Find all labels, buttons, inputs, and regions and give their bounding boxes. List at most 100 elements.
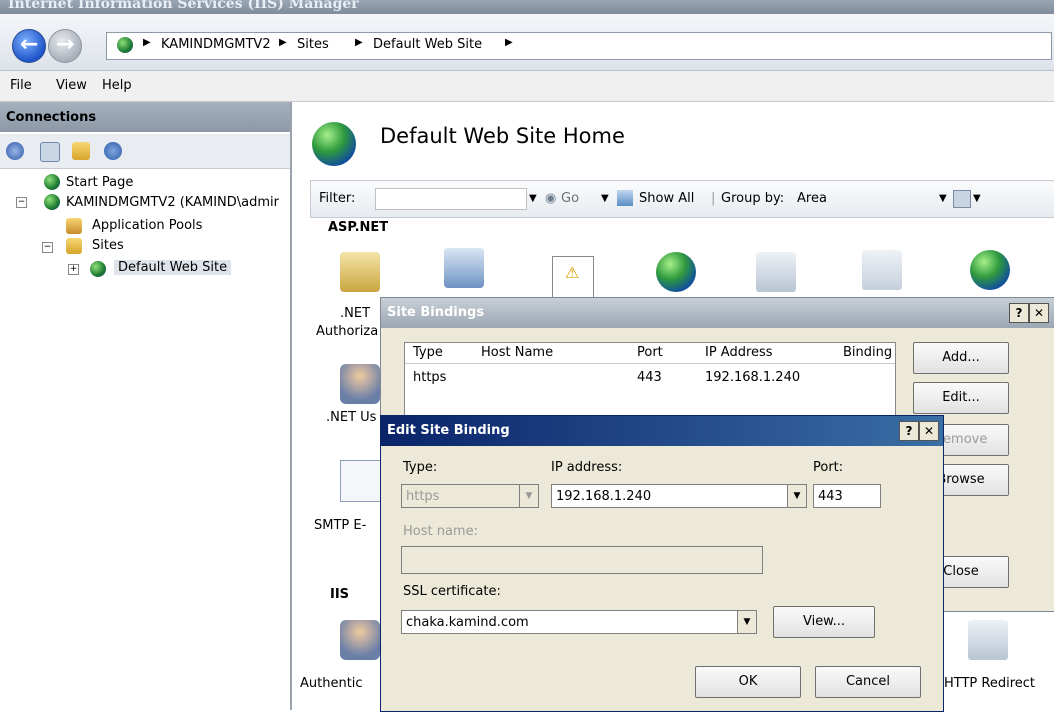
authentication-icon[interactable]	[340, 620, 380, 660]
disconnect-icon[interactable]	[104, 142, 122, 160]
column-header-ip-address[interactable]: IP Address	[705, 345, 773, 360]
help-button[interactable]: ?	[1009, 303, 1029, 323]
filter-label: Filter:	[319, 191, 356, 206]
view-certificate-button[interactable]: View...	[773, 606, 875, 638]
ssl-certificate-select[interactable]: chaka.kamind.com ▼	[401, 610, 757, 634]
ok-button[interactable]: OK	[695, 666, 801, 698]
chevron-right-icon: ▶	[143, 37, 151, 48]
smtp-email-icon[interactable]	[340, 460, 382, 502]
chevron-right-icon: ▶	[505, 37, 513, 48]
tree-item-start-page[interactable]: Start Page	[66, 175, 133, 190]
app-pools-icon	[66, 218, 82, 234]
port-input[interactable]: 443	[813, 484, 881, 508]
expand-icon[interactable]: +	[68, 264, 79, 275]
view-dropdown-icon[interactable]: ▼	[973, 193, 981, 204]
show-all-button[interactable]: Show All	[639, 191, 694, 206]
menu-bar: File View Help	[0, 71, 1054, 102]
chevron-down-icon[interactable]: ▼	[737, 611, 756, 633]
feature-http-redirect[interactable]: HTTP Redirect	[944, 676, 1035, 691]
type-value: https	[406, 489, 440, 504]
close-icon[interactable]: ✕	[1029, 303, 1049, 323]
menu-file[interactable]: File	[10, 78, 32, 93]
group-by-select[interactable]: Area	[797, 191, 827, 206]
feature-net-users[interactable]: .NET Us	[326, 410, 376, 425]
server-icon	[44, 194, 60, 210]
forward-button[interactable]: →	[48, 29, 82, 63]
breadcrumb-item-server[interactable]: KAMINDMGMTV2	[161, 37, 271, 52]
group-by-dropdown-icon[interactable]: ▼	[939, 193, 947, 204]
ssl-certificate-value: chaka.kamind.com	[406, 615, 529, 630]
edit-binding-title: Edit Site Binding	[387, 423, 510, 438]
feature-smtp-email[interactable]: SMTP E-	[314, 518, 366, 533]
breadcrumb[interactable]: ▶ KAMINDMGMTV2 ▶ Sites ▶ Default Web Sit…	[106, 32, 1052, 60]
feature-net-auth-line2[interactable]: Authoriza	[316, 324, 378, 339]
section-iis: IIS	[330, 587, 350, 602]
tree-item-application-pools[interactable]: Application Pools	[92, 218, 202, 233]
breadcrumb-item-default-web-site[interactable]: Default Web Site	[373, 37, 482, 52]
http-redirect-icon[interactable]	[968, 620, 1008, 660]
error-pages-icon[interactable]: ⚠	[552, 256, 594, 298]
net-profile-icon[interactable]	[756, 252, 796, 292]
window-title: Internet Information Services (IIS) Mana…	[8, 0, 359, 12]
page-title: Default Web Site Home	[380, 124, 625, 148]
column-header-port[interactable]: Port	[637, 345, 663, 360]
collapse-icon[interactable]: −	[16, 197, 27, 208]
close-icon[interactable]: ✕	[919, 421, 939, 441]
save-icon[interactable]	[40, 142, 60, 162]
net-users-icon[interactable]	[340, 364, 380, 404]
edit-site-binding-dialog: Edit Site Binding ? ✕ Type: https ▼ IP a…	[380, 415, 944, 712]
show-all-icon	[617, 190, 633, 206]
go-button[interactable]: Go	[561, 191, 579, 206]
type-select[interactable]: https ▼	[401, 484, 539, 508]
menu-help[interactable]: Help	[102, 78, 132, 93]
table-row[interactable]: https 443 192.168.1.240	[405, 367, 895, 389]
help-button[interactable]: ?	[899, 421, 919, 441]
filter-input[interactable]	[375, 188, 527, 210]
binoculars-icon[interactable]: ◉	[545, 191, 556, 206]
cell-port: 443	[637, 370, 662, 385]
net-globalization-icon[interactable]	[656, 252, 696, 292]
column-header-type[interactable]: Type	[413, 345, 443, 360]
breadcrumb-item-sites[interactable]: Sites	[297, 37, 329, 52]
column-header-binding[interactable]: Binding	[843, 345, 892, 360]
chevron-right-icon: ▶	[279, 37, 287, 48]
connections-tree: Start Page − KAMINDMGMTV2 (KAMIND\admir …	[0, 172, 290, 372]
tree-item-default-web-site[interactable]: Default Web Site	[114, 260, 232, 275]
chevron-down-icon[interactable]: ▼	[519, 485, 538, 507]
column-header-host-name[interactable]: Host Name	[481, 345, 553, 360]
main-header: Default Web Site Home	[292, 102, 1054, 178]
cell-ip: 192.168.1.240	[705, 370, 801, 385]
host-name-label: Host name:	[403, 524, 478, 539]
website-globe-icon	[90, 261, 106, 277]
connect-icon[interactable]	[6, 142, 24, 160]
net-authorization-icon[interactable]	[340, 252, 380, 292]
cell-type: https	[413, 370, 447, 385]
view-icon[interactable]	[953, 190, 971, 208]
net-roles-icon[interactable]	[862, 250, 902, 290]
edit-binding-title-bar: Edit Site Binding ? ✕	[381, 416, 943, 446]
chevron-down-icon[interactable]: ▼	[787, 485, 806, 507]
edit-button[interactable]: Edit...	[913, 382, 1009, 414]
net-compilation-icon[interactable]	[444, 248, 484, 288]
feature-net-auth-line1[interactable]: .NET	[340, 306, 370, 321]
filter-dropdown-icon[interactable]: ▼	[529, 193, 537, 204]
tree-item-server[interactable]: KAMINDMGMTV2 (KAMIND\admir	[66, 195, 279, 210]
add-button[interactable]: Add...	[913, 342, 1009, 374]
back-button[interactable]: ←	[12, 29, 46, 63]
warning-icon: ⚠	[565, 263, 580, 282]
chevron-right-icon: ▶	[355, 37, 363, 48]
tree-item-sites[interactable]: Sites	[92, 238, 124, 253]
collapse-icon[interactable]: −	[42, 242, 53, 253]
connections-toolbar	[0, 134, 290, 169]
section-aspnet: ASP.NET	[328, 220, 389, 235]
ip-address-label: IP address:	[551, 460, 623, 475]
cancel-button[interactable]: Cancel	[815, 666, 921, 698]
go-dropdown-icon[interactable]: ▼	[601, 193, 609, 204]
ip-address-select[interactable]: 192.168.1.240 ▼	[551, 484, 807, 508]
net-trust-levels-icon[interactable]	[970, 250, 1010, 290]
port-value: 443	[818, 489, 843, 504]
host-name-input[interactable]	[401, 546, 763, 574]
feature-authentication[interactable]: Authentic	[300, 676, 363, 691]
folder-icon[interactable]	[72, 142, 90, 160]
menu-view[interactable]: View	[56, 78, 87, 93]
